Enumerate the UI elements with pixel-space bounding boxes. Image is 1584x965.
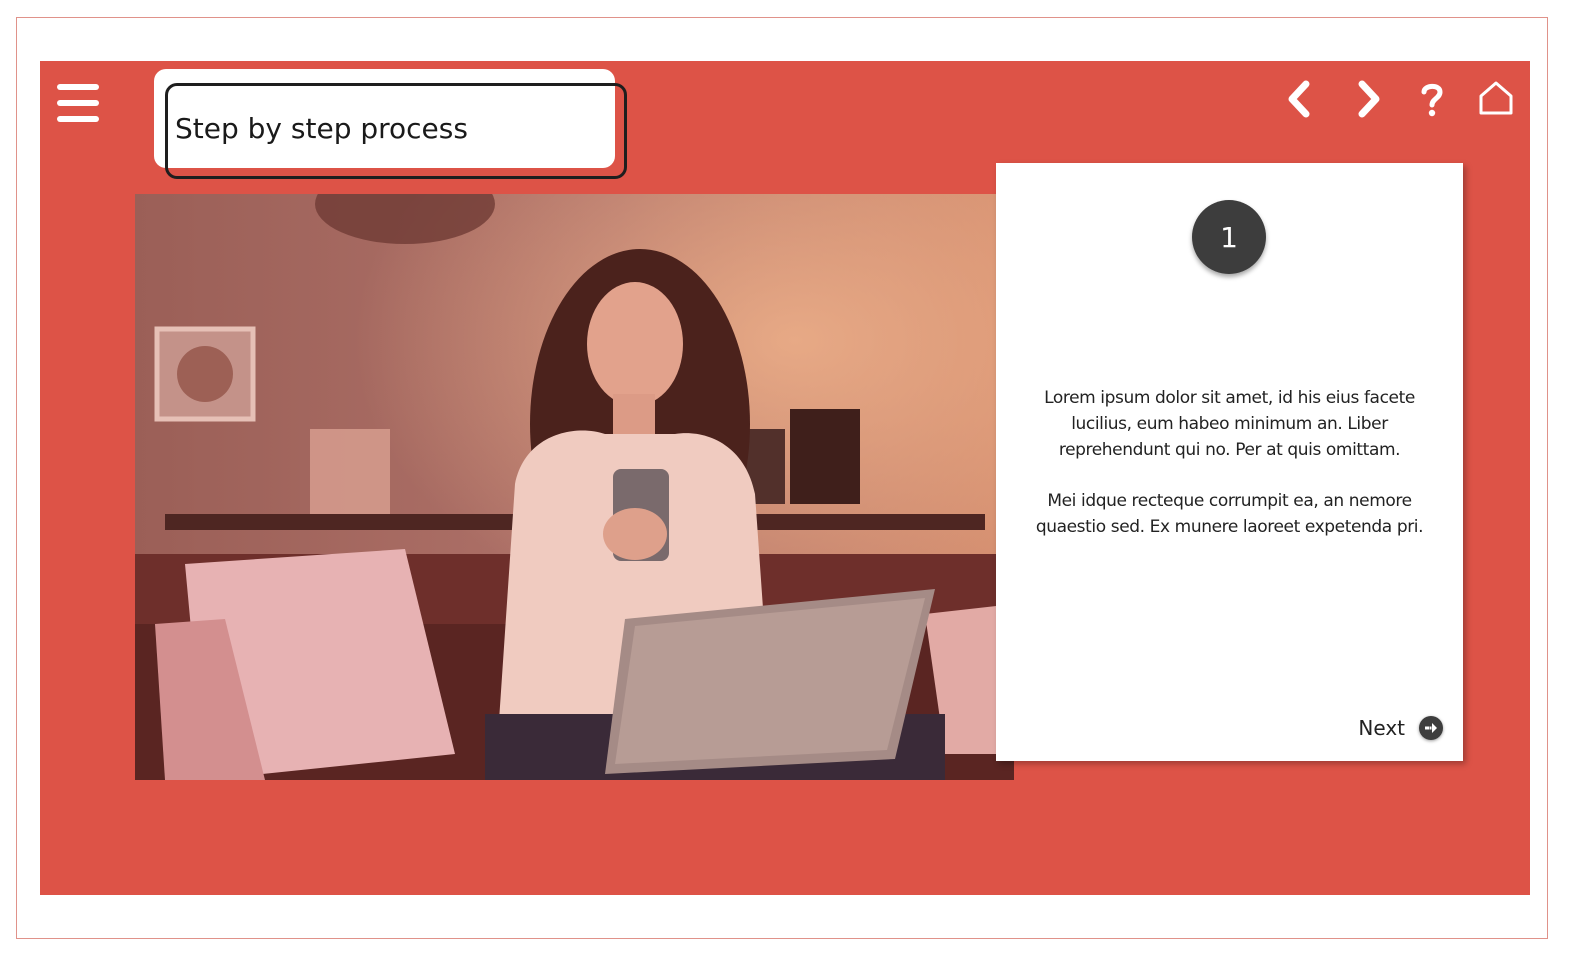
page-title: Step by step process [175, 112, 468, 145]
next-label: Next [1358, 716, 1405, 740]
step-paragraph-1: Lorem ipsum dolor sit amet, id his eius … [1044, 388, 1415, 460]
step-number-badge: 1 [1192, 200, 1266, 274]
hamburger-menu-icon[interactable] [57, 82, 99, 124]
question-mark-icon[interactable] [1412, 79, 1452, 119]
step-card: 1 Lorem ipsum dolor sit amet, id his eiu… [996, 163, 1463, 761]
arrow-right-circle-icon[interactable] [1419, 716, 1443, 740]
chevron-left-icon[interactable] [1280, 79, 1320, 119]
home-icon[interactable] [1476, 79, 1516, 119]
photo-woman-with-phone-and-laptop [135, 194, 1014, 780]
step-paragraph-2: Mei idque recteque corrumpit ea, an nemo… [1035, 491, 1424, 537]
next-button[interactable]: Next [1358, 716, 1443, 740]
chevron-right-icon[interactable] [1348, 79, 1388, 119]
slide-stage: Step by step process 1 Lorem ipsum dolor… [40, 61, 1530, 895]
